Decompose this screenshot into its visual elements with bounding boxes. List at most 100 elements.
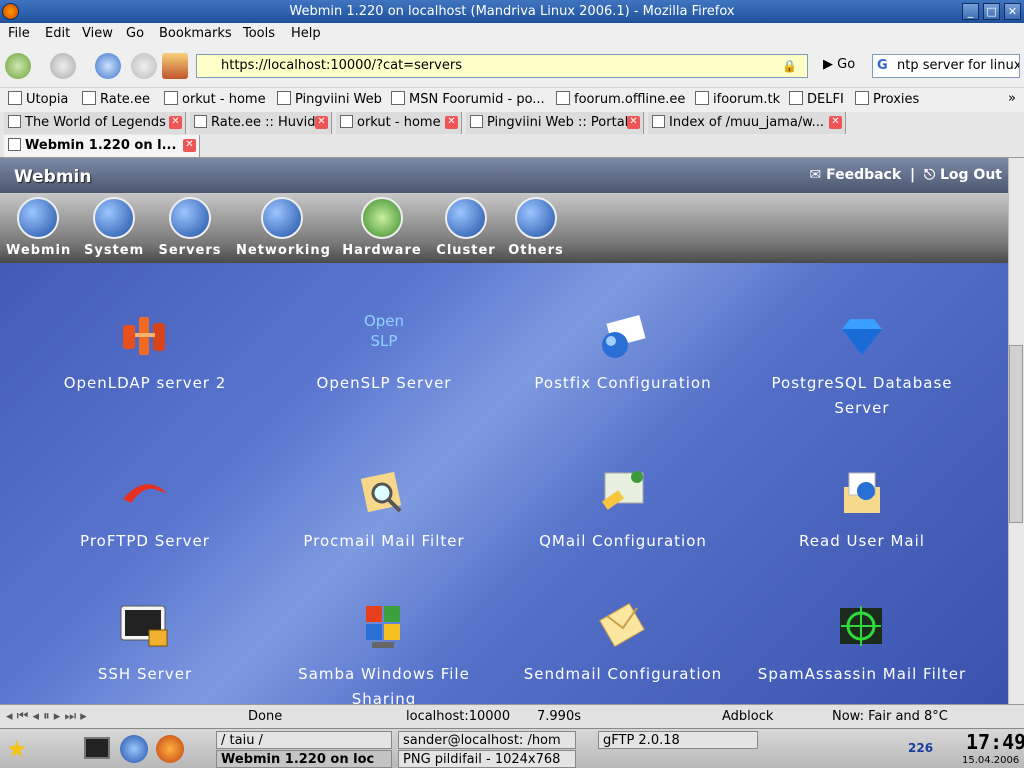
sendmail-icon [599,602,645,648]
clock[interactable]: 17:49 [966,730,1024,754]
scrollbar-thumb[interactable] [1009,345,1023,523]
update-counter[interactable]: 226 [908,741,933,755]
category-cluster[interactable]: Cluster [436,197,496,258]
category-others[interactable]: Others [508,197,564,258]
module-postgresql[interactable]: PostgreSQL Database Server [742,311,982,421]
tab-world-of-legends[interactable]: The World of Legends ✕ [4,112,186,134]
close-window-button[interactable]: ✕ [1004,3,1021,20]
ssh-icon [120,605,168,647]
close-tab-icon[interactable]: ✕ [627,116,640,129]
back-icon[interactable] [5,53,31,79]
url-bar[interactable]: https://localhost:10000/?cat=servers 🔒 [196,54,808,78]
close-tab-icon[interactable]: ✕ [169,116,182,129]
module-sendmail[interactable]: Sendmail Configuration [503,602,743,687]
webmin-category-icon [17,197,59,239]
tab-pingviini[interactable]: Pingviini Web :: Portal ✕ [466,112,644,134]
minimize-button[interactable]: _ [962,3,979,20]
google-icon[interactable]: G [877,58,888,73]
bookmark-icon [695,91,709,105]
postgresql-icon [842,319,882,355]
mail-icon: ✉ [809,167,822,183]
window-title: Webmin 1.220 on localhost (Mandriva Linu… [289,4,735,19]
module-procmail[interactable]: Procmail Mail Filter [264,469,504,554]
module-ssh[interactable]: SSH Server [25,602,265,687]
task-png-viewer[interactable]: PNG pildifail - 1024x768 [398,750,576,768]
status-load-time: 7.990s [537,709,581,724]
bookmark-rate[interactable]: Rate.ee [82,91,150,107]
task-webmin[interactable]: Webmin 1.220 on loc [216,750,392,768]
module-samba[interactable]: Samba Windows File Sharing [264,602,504,704]
tab-orkut[interactable]: orkut - home ✕ [336,112,462,134]
menu-view[interactable]: View [82,26,113,41]
close-tab-icon[interactable]: ✕ [315,116,328,129]
module-read-user-mail[interactable]: Read User Mail [742,469,982,554]
weather-status: Now: Fair and 8°C [832,709,948,724]
module-openslp[interactable]: Open SLP OpenSLP Server [264,311,504,396]
adblock-button[interactable]: Adblock [722,709,773,724]
status-host: localhost:10000 [406,709,511,724]
menu-edit[interactable]: Edit [45,26,70,41]
terminal-icon[interactable] [84,737,110,759]
bookmark-msn[interactable]: MSN Foorumid - po... [391,91,545,107]
forward-icon[interactable] [50,53,76,79]
home-icon[interactable] [162,53,188,79]
menu-file[interactable]: File [8,26,30,41]
bookmark-icon [855,91,869,105]
close-tab-icon[interactable]: ✕ [445,116,458,129]
globe-icon [261,197,303,239]
postfix-icon [602,315,646,358]
tab-rate-huvid[interactable]: Rate.ee :: Huvid ✕ [190,112,332,134]
bookmark-proxies[interactable]: Proxies [855,91,919,107]
date: 15.04.2006 [962,755,1020,766]
task-terminal[interactable]: sander@localhost: /hom [398,731,576,749]
module-postfix[interactable]: Postfix Configuration [503,311,743,396]
module-proftpd[interactable]: ProFTPD Server [25,469,265,554]
reload-icon[interactable] [95,53,121,79]
category-servers[interactable]: Servers [158,197,222,258]
tab-index-muu-jama[interactable]: Index of /muu_jama/w... ✕ [648,112,846,134]
category-system[interactable]: System [84,197,144,258]
menu-bookmarks[interactable]: Bookmarks [159,26,232,41]
favicon-icon [8,138,21,151]
go-button[interactable]: ▶ Go [823,57,855,72]
bookmark-delfi[interactable]: DELFI [789,91,844,107]
close-tab-icon[interactable]: ✕ [183,139,196,152]
bookmark-pingviini[interactable]: Pingviini Web [277,91,382,107]
thunderbird-icon[interactable] [120,735,148,763]
logout-link[interactable]: Log Out [940,167,1002,183]
close-tab-icon[interactable]: ✕ [829,116,842,129]
menu-tools[interactable]: Tools [243,26,275,41]
menu-help[interactable]: Help [291,26,321,41]
logout-icon: ⎋ [924,167,936,183]
maximize-button[interactable]: □ [983,3,1000,20]
favicon-icon [194,115,207,128]
category-webmin[interactable]: Webmin [6,197,70,258]
webmin-logo[interactable]: Webmin [14,167,92,187]
menu-go[interactable]: Go [126,26,144,41]
module-openldap[interactable]: OpenLDAP server 2 [25,311,265,396]
module-qmail[interactable]: QMail Configuration [503,469,743,554]
firefox-icon[interactable] [2,3,19,20]
tab-webmin[interactable]: Webmin 1.220 on l... ✕ [4,135,200,157]
bookmark-foorum[interactable]: foorum.offline.ee [556,91,685,107]
firefox-launcher-icon[interactable] [156,735,184,763]
header-links: ✉ Feedback | ⎋ Log Out [809,167,1002,183]
star-menu-icon[interactable]: ★ [6,735,28,763]
read-mail-icon [844,472,880,513]
bookmark-utopia[interactable]: Utopia [8,91,68,107]
task-gftp[interactable]: gFTP 2.0.18 [598,731,758,749]
search-input[interactable]: G ntp server for linux [872,54,1020,78]
bookmark-ifoorum[interactable]: ifoorum.tk [695,91,780,107]
proftpd-icon [123,484,167,503]
bookmark-orkut[interactable]: orkut - home [164,91,266,107]
media-controls[interactable]: ◂ ⏮ ◂ ⏸ ▸ ⏭ ▸ [6,709,87,724]
openldap-icon [123,317,165,355]
task-taiu[interactable]: / taiu / [216,731,392,749]
search-text: ntp server for linux [897,58,1020,73]
category-hardware[interactable]: Hardware [342,197,422,258]
module-spamassassin[interactable]: SpamAssassin Mail Filter [742,602,982,687]
stop-icon[interactable] [131,53,157,79]
feedback-link[interactable]: Feedback [826,167,901,183]
chevron-right-icon[interactable]: » [1008,91,1016,106]
category-networking[interactable]: Networking [236,197,330,258]
